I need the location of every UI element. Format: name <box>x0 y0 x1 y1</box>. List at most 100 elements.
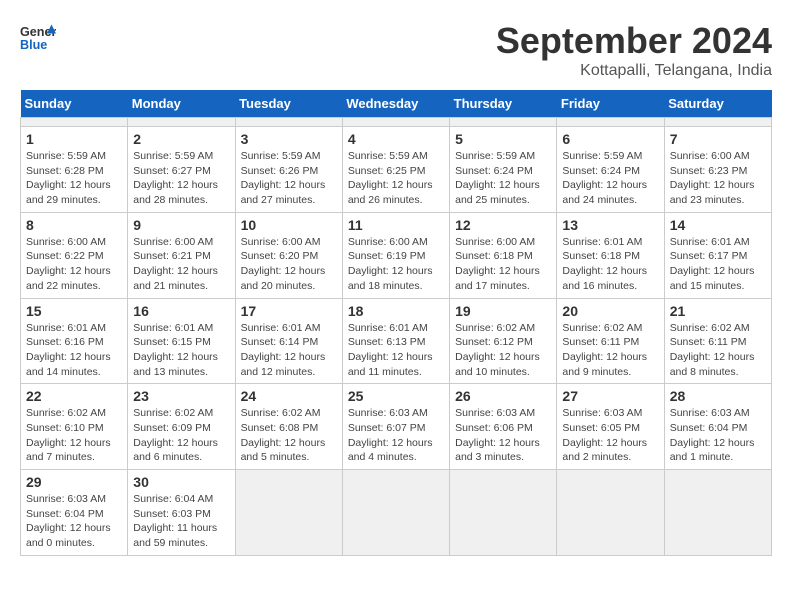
table-row: 9 Sunrise: 6:00 AMSunset: 6:21 PMDayligh… <box>128 212 235 298</box>
table-row: 22 Sunrise: 6:02 AMSunset: 6:10 PMDaylig… <box>21 384 128 470</box>
day-detail: Sunrise: 6:02 AMSunset: 6:10 PMDaylight:… <box>26 406 122 465</box>
logo: General Blue <box>20 20 56 56</box>
day-detail: Sunrise: 5:59 AMSunset: 6:25 PMDaylight:… <box>348 149 444 208</box>
day-detail: Sunrise: 6:00 AMSunset: 6:19 PMDaylight:… <box>348 235 444 294</box>
day-detail: Sunrise: 6:00 AMSunset: 6:23 PMDaylight:… <box>670 149 766 208</box>
table-row: 14 Sunrise: 6:01 AMSunset: 6:17 PMDaylig… <box>664 212 771 298</box>
table-row: 12 Sunrise: 6:00 AMSunset: 6:18 PMDaylig… <box>450 212 557 298</box>
table-row <box>21 118 128 127</box>
day-detail: Sunrise: 6:02 AMSunset: 6:11 PMDaylight:… <box>562 321 658 380</box>
day-number: 14 <box>670 217 766 233</box>
header-sunday: Sunday <box>21 90 128 118</box>
table-row <box>235 118 342 127</box>
table-row: 27 Sunrise: 6:03 AMSunset: 6:05 PMDaylig… <box>557 384 664 470</box>
day-detail: Sunrise: 6:01 AMSunset: 6:15 PMDaylight:… <box>133 321 229 380</box>
table-row <box>128 118 235 127</box>
day-number: 17 <box>241 303 337 319</box>
table-row: 16 Sunrise: 6:01 AMSunset: 6:15 PMDaylig… <box>128 298 235 384</box>
day-detail: Sunrise: 6:00 AMSunset: 6:20 PMDaylight:… <box>241 235 337 294</box>
table-row: 7 Sunrise: 6:00 AMSunset: 6:23 PMDayligh… <box>664 127 771 213</box>
day-number: 21 <box>670 303 766 319</box>
table-row: 2 Sunrise: 5:59 AMSunset: 6:27 PMDayligh… <box>128 127 235 213</box>
table-row: 30 Sunrise: 6:04 AMSunset: 6:03 PMDaylig… <box>128 470 235 556</box>
page-header: General Blue September 2024 Kottapalli, … <box>20 20 772 80</box>
table-row <box>664 470 771 556</box>
day-number: 22 <box>26 388 122 404</box>
day-number: 30 <box>133 474 229 490</box>
header-thursday: Thursday <box>450 90 557 118</box>
day-detail: Sunrise: 5:59 AMSunset: 6:26 PMDaylight:… <box>241 149 337 208</box>
table-row: 29 Sunrise: 6:03 AMSunset: 6:04 PMDaylig… <box>21 470 128 556</box>
day-number: 19 <box>455 303 551 319</box>
day-detail: Sunrise: 6:02 AMSunset: 6:12 PMDaylight:… <box>455 321 551 380</box>
day-number: 12 <box>455 217 551 233</box>
location-title: Kottapalli, Telangana, India <box>496 62 772 80</box>
calendar-row: 1 Sunrise: 5:59 AMSunset: 6:28 PMDayligh… <box>21 127 772 213</box>
day-detail: Sunrise: 6:00 AMSunset: 6:21 PMDaylight:… <box>133 235 229 294</box>
day-detail: Sunrise: 6:02 AMSunset: 6:08 PMDaylight:… <box>241 406 337 465</box>
day-number: 13 <box>562 217 658 233</box>
day-number: 11 <box>348 217 444 233</box>
day-number: 29 <box>26 474 122 490</box>
day-number: 8 <box>26 217 122 233</box>
calendar-row: 22 Sunrise: 6:02 AMSunset: 6:10 PMDaylig… <box>21 384 772 470</box>
table-row: 17 Sunrise: 6:01 AMSunset: 6:14 PMDaylig… <box>235 298 342 384</box>
table-row: 18 Sunrise: 6:01 AMSunset: 6:13 PMDaylig… <box>342 298 449 384</box>
header-wednesday: Wednesday <box>342 90 449 118</box>
day-detail: Sunrise: 5:59 AMSunset: 6:28 PMDaylight:… <box>26 149 122 208</box>
day-detail: Sunrise: 6:01 AMSunset: 6:18 PMDaylight:… <box>562 235 658 294</box>
day-detail: Sunrise: 5:59 AMSunset: 6:24 PMDaylight:… <box>562 149 658 208</box>
calendar-table: Sunday Monday Tuesday Wednesday Thursday… <box>20 90 772 556</box>
day-detail: Sunrise: 5:59 AMSunset: 6:24 PMDaylight:… <box>455 149 551 208</box>
table-row: 25 Sunrise: 6:03 AMSunset: 6:07 PMDaylig… <box>342 384 449 470</box>
table-row <box>664 118 771 127</box>
header-saturday: Saturday <box>664 90 771 118</box>
day-detail: Sunrise: 6:03 AMSunset: 6:05 PMDaylight:… <box>562 406 658 465</box>
day-detail: Sunrise: 6:04 AMSunset: 6:03 PMDaylight:… <box>133 492 229 551</box>
day-number: 6 <box>562 131 658 147</box>
table-row: 5 Sunrise: 5:59 AMSunset: 6:24 PMDayligh… <box>450 127 557 213</box>
table-row: 23 Sunrise: 6:02 AMSunset: 6:09 PMDaylig… <box>128 384 235 470</box>
month-title: September 2024 <box>496 20 772 62</box>
table-row <box>342 118 449 127</box>
table-row: 21 Sunrise: 6:02 AMSunset: 6:11 PMDaylig… <box>664 298 771 384</box>
table-row: 6 Sunrise: 5:59 AMSunset: 6:24 PMDayligh… <box>557 127 664 213</box>
day-number: 9 <box>133 217 229 233</box>
table-row: 24 Sunrise: 6:02 AMSunset: 6:08 PMDaylig… <box>235 384 342 470</box>
day-number: 4 <box>348 131 444 147</box>
day-detail: Sunrise: 6:03 AMSunset: 6:04 PMDaylight:… <box>26 492 122 551</box>
calendar-row: 15 Sunrise: 6:01 AMSunset: 6:16 PMDaylig… <box>21 298 772 384</box>
day-number: 18 <box>348 303 444 319</box>
table-row: 15 Sunrise: 6:01 AMSunset: 6:16 PMDaylig… <box>21 298 128 384</box>
title-area: September 2024 Kottapalli, Telangana, In… <box>496 20 772 80</box>
day-number: 16 <box>133 303 229 319</box>
header-tuesday: Tuesday <box>235 90 342 118</box>
day-detail: Sunrise: 6:01 AMSunset: 6:16 PMDaylight:… <box>26 321 122 380</box>
day-number: 15 <box>26 303 122 319</box>
day-detail: Sunrise: 6:01 AMSunset: 6:13 PMDaylight:… <box>348 321 444 380</box>
table-row: 19 Sunrise: 6:02 AMSunset: 6:12 PMDaylig… <box>450 298 557 384</box>
table-row: 20 Sunrise: 6:02 AMSunset: 6:11 PMDaylig… <box>557 298 664 384</box>
day-detail: Sunrise: 5:59 AMSunset: 6:27 PMDaylight:… <box>133 149 229 208</box>
table-row <box>557 118 664 127</box>
day-number: 25 <box>348 388 444 404</box>
day-number: 2 <box>133 131 229 147</box>
weekday-header-row: Sunday Monday Tuesday Wednesday Thursday… <box>21 90 772 118</box>
day-number: 1 <box>26 131 122 147</box>
table-row <box>342 470 449 556</box>
header-monday: Monday <box>128 90 235 118</box>
table-row <box>450 118 557 127</box>
day-detail: Sunrise: 6:02 AMSunset: 6:11 PMDaylight:… <box>670 321 766 380</box>
day-number: 5 <box>455 131 551 147</box>
day-number: 24 <box>241 388 337 404</box>
day-number: 3 <box>241 131 337 147</box>
table-row <box>557 470 664 556</box>
table-row: 11 Sunrise: 6:00 AMSunset: 6:19 PMDaylig… <box>342 212 449 298</box>
table-row: 28 Sunrise: 6:03 AMSunset: 6:04 PMDaylig… <box>664 384 771 470</box>
calendar-row <box>21 118 772 127</box>
day-detail: Sunrise: 6:01 AMSunset: 6:14 PMDaylight:… <box>241 321 337 380</box>
day-detail: Sunrise: 6:03 AMSunset: 6:07 PMDaylight:… <box>348 406 444 465</box>
day-number: 20 <box>562 303 658 319</box>
day-detail: Sunrise: 6:02 AMSunset: 6:09 PMDaylight:… <box>133 406 229 465</box>
day-detail: Sunrise: 6:00 AMSunset: 6:18 PMDaylight:… <box>455 235 551 294</box>
